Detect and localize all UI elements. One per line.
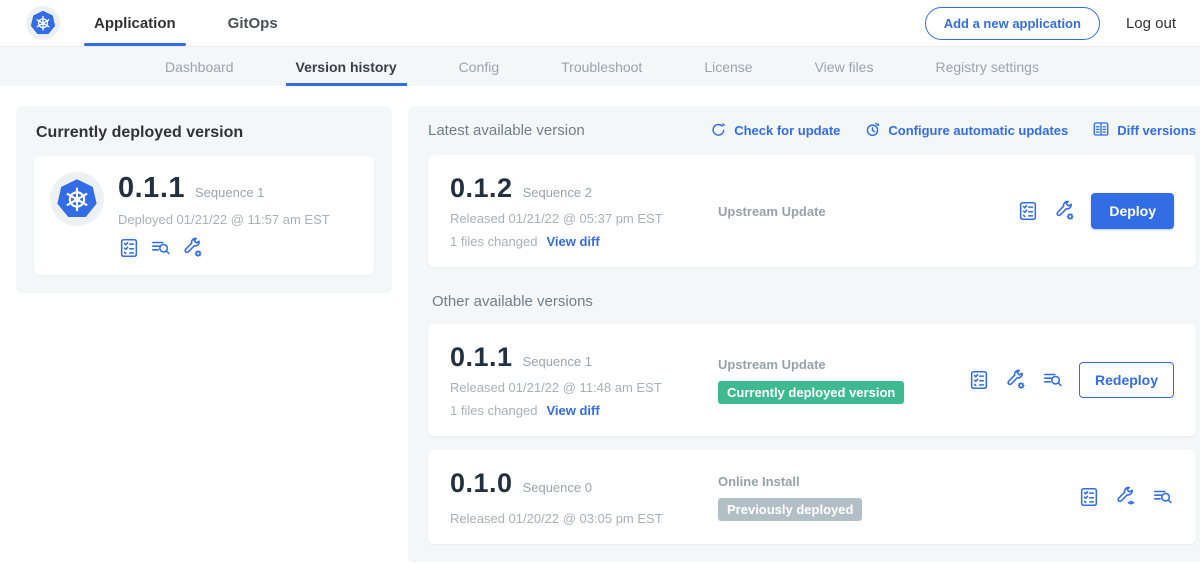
edit-config-icon[interactable] (1005, 369, 1027, 391)
add-new-application-button[interactable]: Add a new application (925, 7, 1100, 40)
main-content: Currently deployed version 0.1.1 (0, 86, 1200, 562)
deployed-timestamp: Deployed 01/21/22 @ 11:57 am EST (118, 212, 330, 227)
version-row-0-1-2: 0.1.2 Sequence 2 Released 01/21/22 @ 05:… (428, 155, 1196, 267)
other-versions-title: Other available versions (432, 293, 1196, 310)
latest-version-title: Latest available version (428, 122, 585, 139)
app-subnav: Dashboard Version history Config Trouble… (0, 46, 1200, 86)
version-number: 0.1.2 (450, 173, 513, 204)
released-timestamp: Released 01/21/22 @ 05:37 pm EST (450, 211, 718, 226)
released-timestamp: Released 01/21/22 @ 11:48 am EST (450, 380, 718, 395)
subnav-dashboard[interactable]: Dashboard (165, 47, 234, 86)
preflight-checks-icon[interactable] (1078, 486, 1100, 508)
version-row-0-1-1: 0.1.1 Sequence 1 Released 01/21/22 @ 11:… (428, 324, 1196, 436)
version-source-label: Upstream Update (718, 204, 826, 219)
schedule-update-icon (864, 121, 881, 141)
version-number: 0.1.0 (450, 468, 513, 499)
version-number: 0.1.1 (450, 342, 513, 373)
subnav-version-history[interactable]: Version history (296, 47, 397, 86)
files-changed-label: 1 files changed (450, 403, 537, 418)
tab-gitops[interactable]: GitOps (224, 0, 282, 46)
view-config-icon[interactable] (1115, 486, 1137, 508)
currently-deployed-panel: Currently deployed version 0.1.1 (16, 106, 392, 293)
subnav-view-files[interactable]: View files (815, 47, 874, 86)
kubernetes-logo-icon (26, 6, 60, 40)
currently-deployed-title: Currently deployed version (36, 124, 374, 142)
preflight-checks-icon[interactable] (1017, 200, 1039, 222)
version-source-label: Upstream Update (718, 357, 826, 372)
view-diff-link[interactable]: View diff (546, 403, 599, 418)
configure-automatic-updates-link[interactable]: Configure automatic updates (864, 121, 1068, 141)
subnav-registry-settings[interactable]: Registry settings (935, 47, 1038, 86)
view-logs-icon[interactable] (1152, 486, 1174, 508)
view-logs-icon[interactable] (1042, 369, 1064, 391)
check-for-update-link[interactable]: Check for update (710, 121, 840, 141)
diff-versions-link[interactable]: Diff versions (1092, 120, 1196, 141)
subnav-troubleshoot[interactable]: Troubleshoot (561, 47, 642, 86)
released-timestamp: Released 01/20/22 @ 03:05 pm EST (450, 511, 718, 526)
edit-config-icon[interactable] (182, 237, 204, 259)
version-source-label: Online Install (718, 474, 800, 489)
configure-automatic-updates-label: Configure automatic updates (888, 123, 1068, 138)
view-logs-icon[interactable] (150, 237, 172, 259)
tab-application[interactable]: Application (90, 0, 180, 46)
header-right: Add a new application Log out (925, 7, 1176, 40)
diff-versions-label: Diff versions (1117, 123, 1196, 138)
header-tabs: Application GitOps (90, 0, 326, 46)
sequence-label: Sequence 1 (523, 354, 592, 369)
logout-link[interactable]: Log out (1126, 15, 1176, 32)
previously-deployed-badge: Previously deployed (718, 498, 862, 521)
edit-config-icon[interactable] (1054, 200, 1076, 222)
deploy-button[interactable]: Deploy (1091, 193, 1174, 229)
view-diff-link[interactable]: View diff (546, 234, 599, 249)
redeploy-button[interactable]: Redeploy (1079, 362, 1174, 398)
check-for-update-label: Check for update (734, 123, 840, 138)
currently-deployed-badge: Currently deployed version (718, 381, 904, 404)
version-row-0-1-0: 0.1.0 Sequence 0 Released 01/20/22 @ 03:… (428, 450, 1196, 544)
preflight-checks-icon[interactable] (118, 237, 140, 259)
sequence-label: Sequence 0 (523, 480, 592, 495)
refresh-icon (710, 121, 727, 141)
subnav-config[interactable]: Config (459, 47, 499, 86)
deployed-version-card: 0.1.1 Sequence 1 Deployed 01/21/22 @ 11:… (34, 156, 374, 275)
app-icon (50, 172, 104, 226)
app-header: Application GitOps Add a new application… (0, 0, 1200, 46)
sequence-label: Sequence 2 (523, 185, 592, 200)
diff-icon (1092, 120, 1110, 141)
deployed-sequence-label: Sequence 1 (195, 185, 264, 200)
preflight-checks-icon[interactable] (968, 369, 990, 391)
deployed-version-number: 0.1.1 (118, 172, 185, 205)
version-history-panel: Latest available version Check for updat… (408, 106, 1200, 562)
files-changed-label: 1 files changed (450, 234, 537, 249)
subnav-license[interactable]: License (704, 47, 752, 86)
